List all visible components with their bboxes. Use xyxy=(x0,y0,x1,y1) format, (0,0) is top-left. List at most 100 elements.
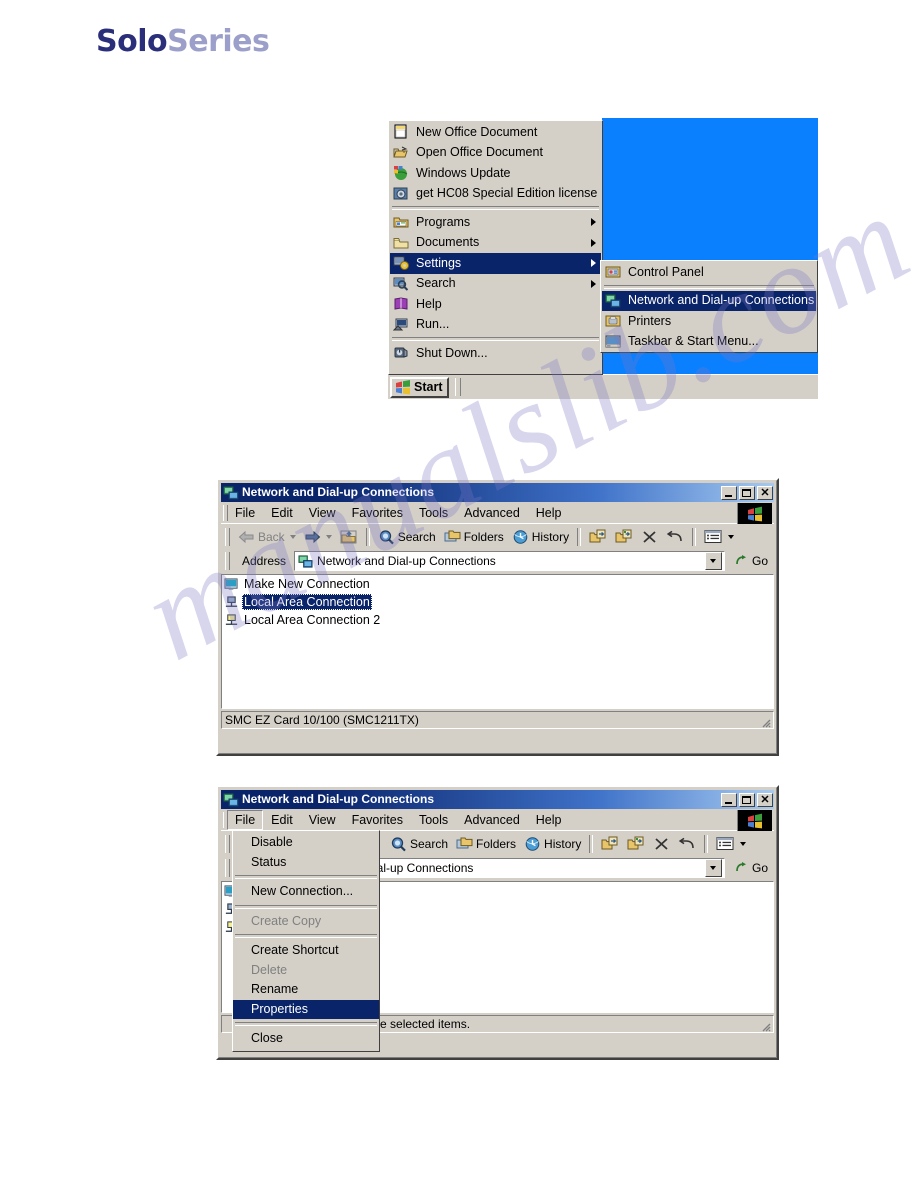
address-dropdown-button[interactable] xyxy=(704,859,722,877)
file-menu-item-new-connection[interactable]: New Connection... xyxy=(233,882,379,902)
move-to-button[interactable] xyxy=(597,834,623,854)
submenu-item-network-connections[interactable]: Network and Dial-up Connections xyxy=(602,290,816,311)
resize-grip[interactable] xyxy=(759,716,771,728)
submenu-item-printers[interactable]: Printers xyxy=(602,311,816,332)
submenu-item-taskbar-start-menu[interactable]: Taskbar & Start Menu... xyxy=(602,332,816,353)
address-dropdown-button[interactable] xyxy=(704,552,722,570)
copy-to-button[interactable] xyxy=(623,834,649,854)
window1-addressbar[interactable]: Address Network and Dial-up Connections … xyxy=(221,549,774,573)
list-item[interactable]: Local Area Connection 2 xyxy=(222,611,773,629)
list-item[interactable]: Local Area Connection xyxy=(222,593,773,611)
menu-file[interactable]: File xyxy=(227,810,264,830)
views-dropdown-icon[interactable] xyxy=(740,841,747,846)
start-menu-item-settings[interactable]: Settings xyxy=(390,253,601,274)
views-button[interactable] xyxy=(700,527,738,546)
history-button[interactable]: History xyxy=(508,527,573,547)
views-icon xyxy=(716,836,735,851)
start-menu-item-programs[interactable]: Programs xyxy=(390,212,601,233)
move-to-button[interactable] xyxy=(585,527,611,547)
window2-menubar[interactable]: File Edit View Favorites Tools Advanced … xyxy=(221,810,774,831)
list-item[interactable]: Make New Connection xyxy=(222,575,773,593)
menu-favorites[interactable]: Favorites xyxy=(344,503,411,523)
taskbar[interactable]: Start xyxy=(388,374,818,399)
window1-titlebar[interactable]: Network and Dial-up Connections ✕ xyxy=(221,483,774,502)
window1-controls[interactable]: ✕ xyxy=(721,485,773,500)
menu-edit[interactable]: Edit xyxy=(263,503,301,523)
menu-view[interactable]: View xyxy=(301,503,344,523)
folders-button[interactable]: Folders xyxy=(452,834,520,854)
back-dropdown-icon[interactable] xyxy=(289,534,296,539)
minimize-button[interactable] xyxy=(721,792,737,807)
minimize-button[interactable] xyxy=(721,485,737,500)
go-button[interactable]: Go xyxy=(729,554,774,568)
start-menu-item-help[interactable]: Help xyxy=(390,294,601,315)
search-button[interactable]: Search xyxy=(386,834,452,854)
go-button[interactable]: Go xyxy=(729,861,774,875)
toolbar-grip[interactable] xyxy=(225,527,230,546)
start-menu-item-hc08-license[interactable]: get HC08 Special Edition license xyxy=(390,184,601,205)
views-dropdown-icon[interactable] xyxy=(728,534,735,539)
up-button[interactable] xyxy=(336,527,362,547)
maximize-button[interactable] xyxy=(739,485,755,500)
delete-button[interactable] xyxy=(649,834,674,854)
address-input[interactable]: ial-up Connections xyxy=(372,858,725,878)
close-button[interactable]: ✕ xyxy=(757,792,773,807)
search-button[interactable]: Search xyxy=(374,527,440,547)
back-button[interactable]: Back xyxy=(234,528,300,546)
file-menu-item-create-shortcut[interactable]: Create Shortcut xyxy=(233,941,379,961)
window1-connections-list[interactable]: Make New Connection Local Area Connectio… xyxy=(221,574,774,709)
history-button[interactable]: History xyxy=(520,834,585,854)
taskbar-grip[interactable] xyxy=(455,378,462,396)
history-label: History xyxy=(531,529,570,544)
forward-dropdown-icon[interactable] xyxy=(325,534,332,539)
start-menu-item-documents[interactable]: Documents xyxy=(390,233,601,254)
close-button[interactable]: ✕ xyxy=(757,485,773,500)
window2-titlebar[interactable]: Network and Dial-up Connections ✕ xyxy=(221,790,774,809)
network-connections-window-1[interactable]: Network and Dial-up Connections ✕ File E… xyxy=(216,478,779,756)
file-menu-item-rename[interactable]: Rename xyxy=(233,980,379,1000)
list-item-label: Local Area Connection 2 xyxy=(244,613,381,627)
file-menu-item-disable[interactable]: Disable xyxy=(233,833,379,853)
file-menu-item-status[interactable]: Status xyxy=(233,853,379,873)
address-input[interactable]: Network and Dial-up Connections xyxy=(294,551,725,571)
start-button[interactable]: Start xyxy=(390,376,450,398)
file-menu-item-properties[interactable]: Properties xyxy=(233,999,379,1019)
delete-button[interactable] xyxy=(637,527,662,547)
views-button[interactable] xyxy=(712,834,750,853)
settings-submenu[interactable]: Control Panel Network and Dial-up Connec… xyxy=(600,260,818,353)
menu-file[interactable]: File xyxy=(227,503,263,523)
address-label: Address xyxy=(242,554,287,568)
maximize-button[interactable] xyxy=(739,792,755,807)
start-menu-item-windows-update[interactable]: Windows Update xyxy=(390,163,601,184)
start-menu-item-new-office-document[interactable]: New Office Document xyxy=(390,122,601,143)
copy-to-button[interactable] xyxy=(611,527,637,547)
menu-tools[interactable]: Tools xyxy=(411,810,456,830)
addressbar-grip[interactable] xyxy=(225,859,230,877)
file-dropdown-menu[interactable]: Disable Status New Connection... Create … xyxy=(232,830,380,1052)
forward-button[interactable] xyxy=(300,528,336,546)
toolbar-grip[interactable] xyxy=(225,834,230,853)
window1-menubar[interactable]: File Edit View Favorites Tools Advanced … xyxy=(221,503,774,524)
start-menu[interactable]: New Office Document Open Office Document… xyxy=(388,120,603,375)
start-menu-item-shut-down[interactable]: Shut Down... xyxy=(390,343,601,364)
start-menu-item-run[interactable]: Run... xyxy=(390,315,601,336)
menu-advanced[interactable]: Advanced xyxy=(456,810,528,830)
start-menu-item-search[interactable]: Search xyxy=(390,274,601,295)
menu-help[interactable]: Help xyxy=(528,810,570,830)
menu-advanced[interactable]: Advanced xyxy=(456,503,528,523)
menu-favorites[interactable]: Favorites xyxy=(344,810,411,830)
menu-view[interactable]: View xyxy=(301,810,344,830)
window1-toolbar[interactable]: Back Search Folders History xyxy=(221,523,774,549)
menu-tools[interactable]: Tools xyxy=(411,503,456,523)
file-menu-item-close[interactable]: Close xyxy=(233,1029,379,1049)
window2-controls[interactable]: ✕ xyxy=(721,792,773,807)
submenu-item-control-panel[interactable]: Control Panel xyxy=(602,262,816,283)
undo-button[interactable] xyxy=(662,527,688,547)
folders-button[interactable]: Folders xyxy=(440,527,508,547)
undo-button[interactable] xyxy=(674,834,700,854)
addressbar-grip[interactable] xyxy=(225,552,230,570)
menu-edit[interactable]: Edit xyxy=(263,810,301,830)
menu-help[interactable]: Help xyxy=(528,503,570,523)
start-menu-item-open-office-document[interactable]: Open Office Document xyxy=(390,143,601,164)
resize-grip[interactable] xyxy=(759,1020,771,1032)
